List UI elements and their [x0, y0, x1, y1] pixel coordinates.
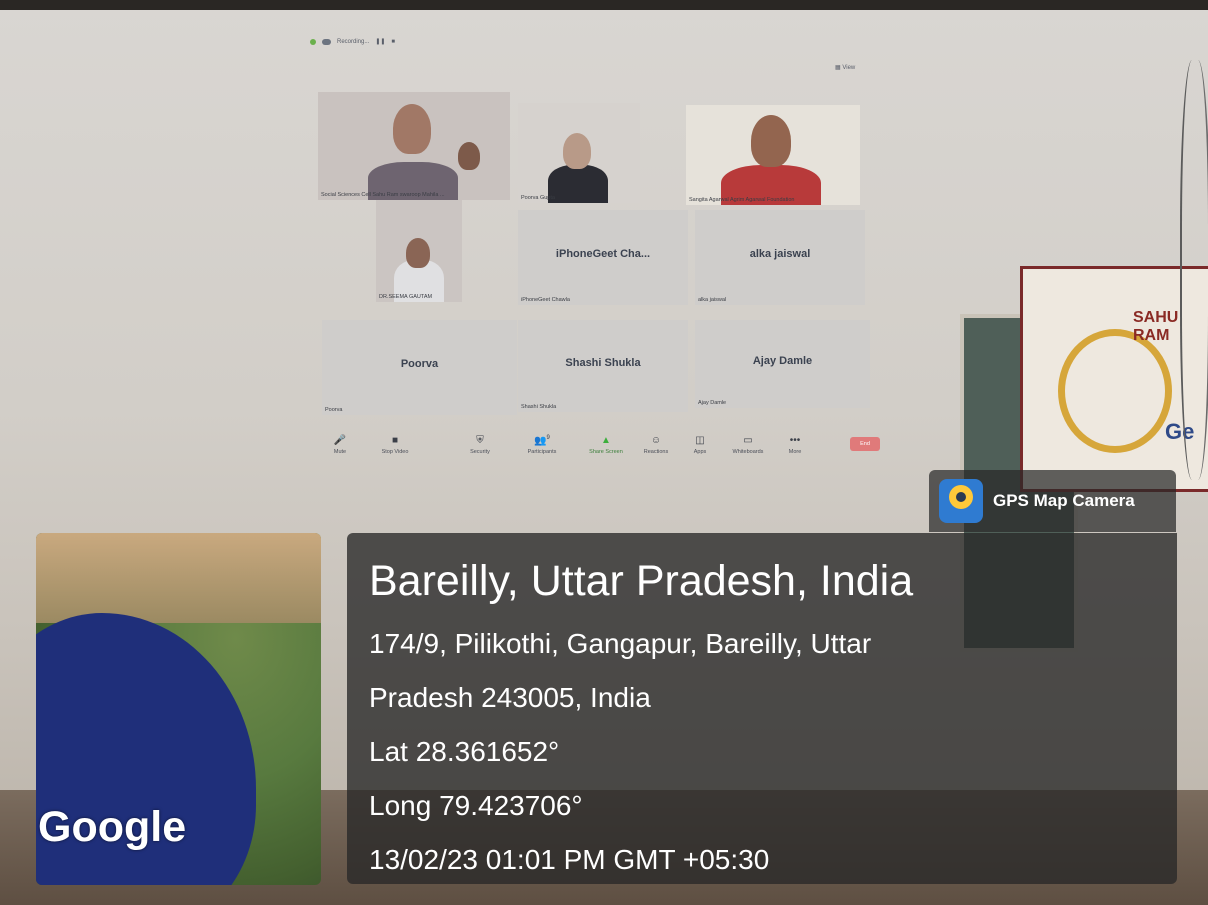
more-button[interactable]: ••• More [770, 435, 820, 455]
latitude: Lat 28.361652° [369, 736, 560, 767]
name-tile[interactable]: alka jaiswal alka jaiswal [695, 210, 865, 305]
mute-button[interactable]: 🎤 Mute [315, 435, 365, 455]
participant-name: alka jaiswal [749, 248, 811, 260]
location-info-panel: Bareilly, Uttar Pradesh, India 174/9, Pi… [347, 533, 1177, 884]
apps-icon: ◫ [695, 435, 705, 446]
address-line-2: Pradesh 243005, India [369, 682, 651, 713]
gps-app-name: GPS Map Camera [993, 491, 1135, 510]
whiteboard-icon: ▭ [743, 435, 753, 446]
tile-caption: Shashi Shukla [521, 404, 557, 410]
pause-icon[interactable]: ❚❚ [375, 38, 385, 45]
stop-icon[interactable]: ■ [391, 39, 395, 45]
ceiling-strip [0, 0, 1208, 10]
tile-caption: DR.SEEMA GAUTAM [379, 294, 433, 300]
camera-icon: ■ [391, 435, 399, 446]
video-tile[interactable]: DR.SEEMA GAUTAM [376, 200, 462, 302]
shield-icon: ⛨ [476, 435, 484, 446]
apps-button[interactable]: ◫ Apps [675, 435, 725, 455]
tile-caption: alka jaiswal [698, 297, 727, 303]
gps-map-camera-icon [939, 479, 983, 523]
security-button[interactable]: ⛨ Security [455, 435, 505, 455]
tile-caption: iPhoneGeet Chawla [521, 297, 570, 303]
recording-indicator: Recording... ❚❚ ■ [310, 38, 395, 45]
video-tile[interactable]: Social Sciences Cell Sahu Ram swaroop Ma… [318, 92, 510, 200]
reactions-icon: ☺ [650, 435, 662, 446]
meeting-toolbar: 🎤 Mute ■ Stop Video ⛨ Security 👥9 Participan… [320, 435, 890, 475]
longitude: Long 79.423706° [369, 790, 583, 821]
address-line-1: 174/9, Pilikothi, Gangapur, Bareilly, Ut… [369, 628, 872, 659]
tile-caption: Social Sciences Cell Sahu Ram swaroop Ma… [321, 192, 445, 198]
place-name: Bareilly, Uttar Pradesh, India [369, 557, 914, 605]
stop-video-button[interactable]: ■ Stop Video [370, 435, 420, 455]
video-tile[interactable]: Sangita Agarwal Agrim Agarwal Foundation [686, 105, 860, 205]
recording-label: Recording... [337, 38, 370, 45]
tile-caption: Poorva Gupta [521, 195, 555, 201]
tile-caption: Sangita Agarwal Agrim Agarwal Foundation [689, 197, 795, 203]
name-tile[interactable]: Poorva Poorva [322, 320, 517, 415]
microphone-icon: 🎤 [333, 435, 347, 446]
participant-name: Poorva [400, 358, 439, 370]
more-icon: ••• [789, 435, 801, 446]
zoom-meeting-projection: Recording... ❚❚ ■ ▦ View Social Sciences… [300, 30, 890, 490]
cloud-icon [322, 38, 331, 45]
participant-name: iPhoneGeet Cha... [555, 248, 651, 260]
end-button[interactable]: End [850, 437, 880, 451]
tile-caption: Poorva [325, 407, 343, 413]
map-thumbnail: Google [36, 533, 321, 885]
name-tile[interactable]: Ajay Damle Ajay Damle [695, 320, 870, 408]
share-screen-icon: ▲ [601, 435, 611, 446]
shield-icon [310, 38, 316, 45]
name-tile[interactable]: iPhoneGeet Cha... iPhoneGeet Chawla [518, 210, 688, 305]
share-screen-button[interactable]: ▲ Share Screen [581, 435, 631, 455]
participants-icon: 👥9 [534, 435, 550, 447]
gps-app-tag: GPS Map Camera [929, 470, 1176, 532]
name-tile[interactable]: Shashi Shukla Shashi Shukla [518, 320, 688, 412]
participant-name: Shashi Shukla [565, 356, 641, 369]
map-desert [36, 533, 321, 623]
participants-button[interactable]: 👥9 Participants [517, 435, 567, 455]
google-logo: Google [38, 803, 187, 851]
datetime: 13/02/23 01:01 PM GMT +05:30 [369, 844, 770, 875]
reactions-button[interactable]: ☺ Reactions [631, 435, 681, 455]
whiteboards-button[interactable]: ▭ Whiteboards [723, 435, 773, 455]
video-tile[interactable]: Poorva Gupta [518, 103, 640, 203]
hanging-cable [1180, 60, 1208, 480]
view-button[interactable]: ▦ View [835, 64, 855, 71]
tile-caption: Ajay Damle [698, 400, 727, 406]
participant-name: Ajay Damle [752, 355, 813, 368]
banner-emblem [1058, 329, 1172, 453]
